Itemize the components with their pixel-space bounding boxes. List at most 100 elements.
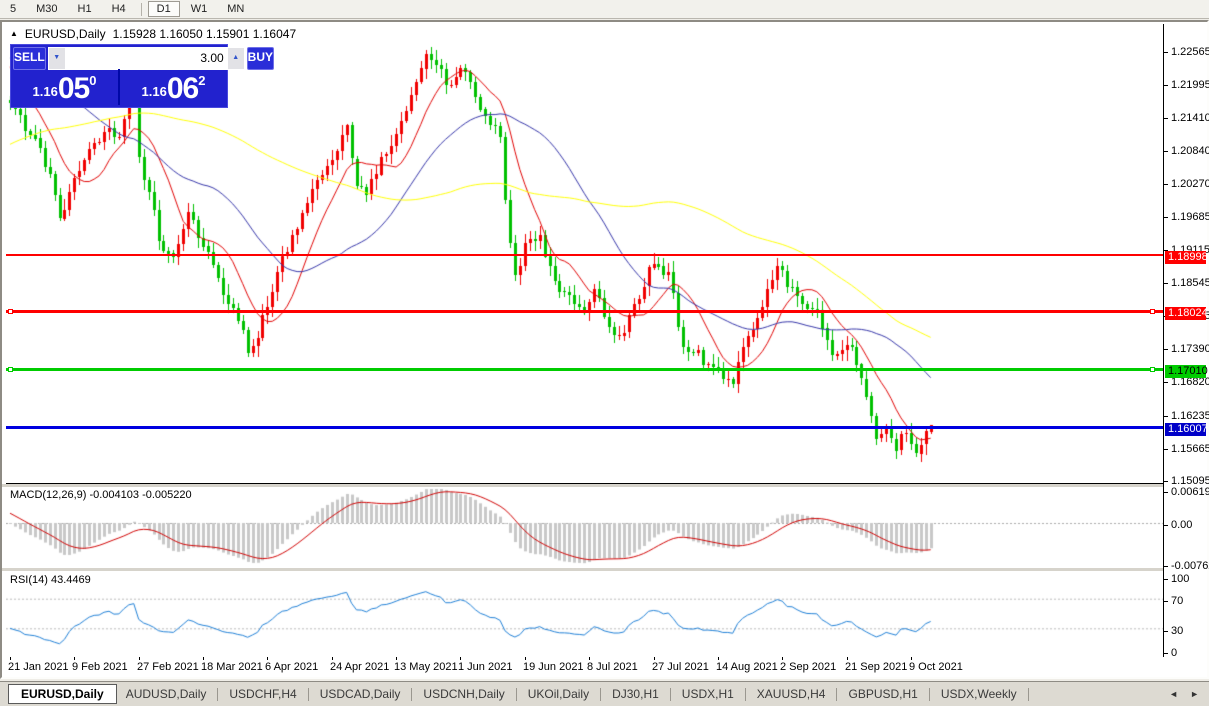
- tab-separator: [929, 688, 930, 701]
- time-tick-mark: [847, 657, 848, 660]
- line-handle-icon[interactable]: [8, 367, 13, 372]
- sell-price-display[interactable]: 1.16 05 0: [11, 69, 118, 105]
- time-tick-mark: [139, 657, 140, 660]
- tab-dj30-h1[interactable]: DJ30,H1: [603, 684, 668, 704]
- timeframe-button-5[interactable]: 5: [1, 1, 25, 17]
- timeframe-button-h4[interactable]: H4: [103, 1, 135, 17]
- timeframe-toolbar: 5M30H1H4 D1W1MN: [0, 0, 1209, 19]
- buy-price-prefix: 1.16: [142, 84, 167, 99]
- price-axis-label: 1.20840: [1164, 145, 1209, 157]
- time-tick-mark: [782, 657, 783, 660]
- timeframe-button-w1[interactable]: W1: [182, 1, 217, 17]
- price-badge-1.17010: 1.17010: [1165, 365, 1206, 378]
- tab-scroll-right-icon[interactable]: ►: [1190, 689, 1199, 699]
- tab-gbpusd-h1[interactable]: GBPUSD,H1: [839, 684, 926, 704]
- line-handle-icon[interactable]: [8, 309, 13, 314]
- rsi-scale-label: 100: [1164, 573, 1189, 585]
- rsi-canvas[interactable]: [6, 572, 1163, 656]
- horizontal-line-1.18998[interactable]: [6, 254, 1163, 256]
- sell-button[interactable]: SELL: [13, 47, 46, 70]
- buy-price-display[interactable]: 1.16 06 2: [120, 69, 227, 105]
- axis-tick-mark: [1164, 151, 1168, 152]
- tab-separator: [217, 688, 218, 701]
- timeframe-button-h1[interactable]: H1: [69, 1, 101, 17]
- time-tick-mark: [10, 657, 11, 660]
- price-badge-1.18998: 1.18998: [1165, 251, 1206, 264]
- time-axis-label: 6 Apr 2021: [265, 661, 318, 673]
- axis-tick-mark: [1164, 283, 1168, 284]
- timeframe-button-m30[interactable]: M30: [27, 1, 66, 17]
- axis-tick-mark: [1164, 579, 1168, 580]
- time-tick-mark: [911, 657, 912, 660]
- tab-usdx-weekly[interactable]: USDX,Weekly: [932, 684, 1026, 704]
- price-axis-label: 1.22565: [1164, 46, 1209, 58]
- price-axis[interactable]: 1.225651.219951.214101.208401.202701.196…: [1163, 24, 1206, 657]
- rsi-indicator-label: RSI(14) 43.4469: [10, 574, 91, 586]
- tab-usdcnh-daily[interactable]: USDCNH,Daily: [414, 684, 513, 704]
- axis-tick-mark: [1164, 449, 1168, 450]
- volume-decrease-icon[interactable]: ▼: [49, 48, 65, 69]
- sell-price-big: 05: [58, 76, 89, 102]
- tab-usdcad-daily[interactable]: USDCAD,Daily: [311, 684, 410, 704]
- line-handle-icon[interactable]: [1150, 309, 1155, 314]
- price-axis-label: 1.17390: [1164, 343, 1209, 355]
- tab-scroll-left-icon[interactable]: ◄: [1169, 689, 1178, 699]
- axis-tick-mark: [1164, 601, 1168, 602]
- sell-price-prefix: 1.16: [33, 84, 58, 99]
- axis-tick-mark: [1164, 492, 1168, 493]
- price-axis-label: 1.18545: [1164, 277, 1209, 289]
- sell-price-sup: 0: [89, 73, 96, 88]
- volume-input[interactable]: [65, 48, 228, 69]
- horizontal-line-1.16007[interactable]: [6, 426, 1163, 429]
- time-axis-label: 9 Feb 2021: [72, 661, 128, 673]
- tab-xauusd-h4[interactable]: XAUUSD,H4: [748, 684, 835, 704]
- price-axis-label: 1.21410: [1164, 112, 1209, 124]
- price-axis-label: 1.15665: [1164, 443, 1209, 455]
- tab-audusd-daily[interactable]: AUDUSD,Daily: [117, 684, 216, 704]
- trade-panel-price-row: 1.16 05 0 1.16 06 2: [11, 69, 227, 105]
- timeframe-button-mn[interactable]: MN: [218, 1, 253, 17]
- buy-price-sup: 2: [198, 73, 205, 88]
- timeframe-button-d1[interactable]: D1: [148, 1, 180, 17]
- main-pane-bottom-border: [6, 483, 1163, 484]
- time-tick-mark: [332, 657, 333, 660]
- collapse-panel-icon[interactable]: ▲: [10, 30, 18, 38]
- time-axis-label: 1 Jun 2021: [458, 661, 512, 673]
- pane-splitter[interactable]: [2, 484, 1205, 487]
- tab-usdchf-h4[interactable]: USDCHF,H4: [220, 684, 305, 704]
- time-axis-label: 18 Mar 2021: [201, 661, 263, 673]
- axis-tick-mark: [1164, 481, 1168, 482]
- chart-title-symbol: EURUSD,Daily: [25, 27, 106, 41]
- tab-separator: [745, 688, 746, 701]
- time-tick-mark: [525, 657, 526, 660]
- tab-usdx-h1[interactable]: USDX,H1: [673, 684, 743, 704]
- axis-tick-mark: [1164, 525, 1168, 526]
- trade-panel-top-row: SELL ▼ ▲ BUY: [11, 45, 227, 69]
- time-axis-label: 2 Sep 2021: [780, 661, 836, 673]
- volume-increase-icon[interactable]: ▲: [228, 48, 244, 69]
- macd-scale-label: 0.006193: [1164, 486, 1209, 498]
- time-tick-mark: [396, 657, 397, 660]
- rsi-scale-label: 0: [1164, 647, 1177, 659]
- price-axis-label: 1.19685: [1164, 211, 1209, 223]
- axis-tick-mark: [1164, 217, 1168, 218]
- pane-splitter[interactable]: [2, 568, 1205, 571]
- tab-separator: [1028, 688, 1029, 701]
- horizontal-line-1.18024[interactable]: [6, 310, 1163, 313]
- tab-separator: [411, 688, 412, 701]
- buy-button[interactable]: BUY: [247, 47, 274, 70]
- price-badge-1.16007: 1.16007: [1165, 423, 1206, 436]
- time-tick-mark: [267, 657, 268, 660]
- tab-ukoil-daily[interactable]: UKOil,Daily: [519, 684, 598, 704]
- horizontal-line-1.17010[interactable]: [6, 368, 1163, 371]
- time-axis-label: 13 May 2021: [394, 661, 458, 673]
- time-axis-label: 21 Jan 2021: [8, 661, 69, 673]
- tab-eurusd-daily[interactable]: EURUSD,Daily: [8, 684, 117, 704]
- axis-tick-mark: [1164, 631, 1168, 632]
- time-axis[interactable]: 21 Jan 20219 Feb 2021 27 Feb 202118 Mar 2…: [6, 657, 1163, 675]
- rsi-scale-label: 30: [1164, 625, 1183, 637]
- price-axis-label: 1.21995: [1164, 79, 1209, 91]
- line-handle-icon[interactable]: [1150, 367, 1155, 372]
- time-axis-label: 27 Feb 2021: [137, 661, 199, 673]
- volume-spinner: ▼ ▲: [48, 47, 245, 70]
